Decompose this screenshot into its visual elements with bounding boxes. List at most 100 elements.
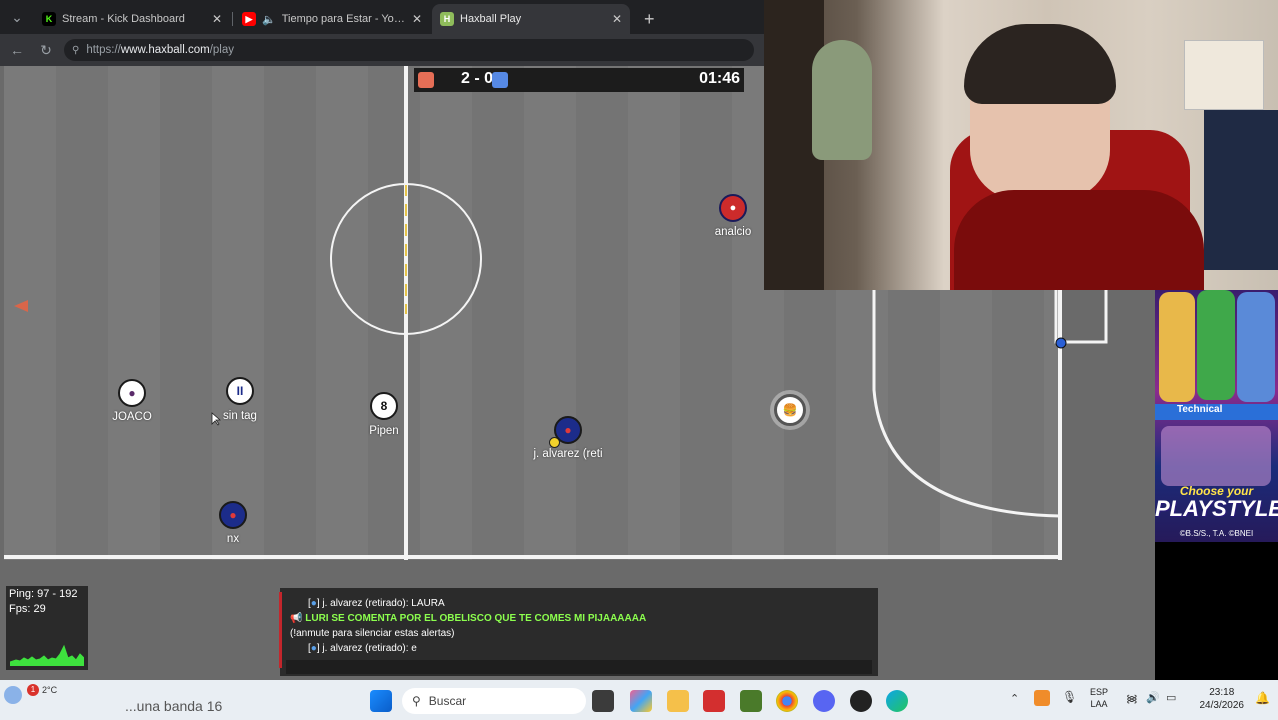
minecraft-icon[interactable] (740, 690, 762, 712)
webcam-overlay (764, 0, 1278, 290)
speaker-icon[interactable]: 🔈 (262, 13, 276, 26)
wifi-icon[interactable]: ᯼ (1126, 691, 1138, 706)
copilot-icon[interactable] (630, 690, 652, 712)
address-bar: ← ↻ ⚲ https://www.haxball.com/play (0, 34, 765, 66)
player-avatar-icon: ● (128, 386, 136, 400)
player-analcio: ● (719, 194, 747, 222)
megaphone-icon: 📢 (290, 613, 306, 624)
stats-panel: Ping: 97 - 192 Fps: 29 (6, 586, 88, 670)
player-pipen: 8 (370, 392, 398, 420)
tab-youtube[interactable]: ▶ 🔈 Tiempo para Estar - YouTube ✕ (234, 4, 430, 34)
site-info-icon[interactable]: ⚲ (72, 45, 79, 56)
ad-character-art (1159, 292, 1195, 402)
close-tab-icon[interactable]: ✕ (412, 12, 422, 26)
player-joaco: ● (118, 379, 146, 407)
haxball-icon: H (440, 12, 454, 26)
edge-icon[interactable] (886, 690, 908, 712)
weather-icon[interactable] (4, 686, 22, 704)
ping-readout: Ping: 97 - 192 (9, 588, 78, 600)
player-avatar-icon: ● (564, 423, 572, 437)
obs-icon[interactable] (850, 690, 872, 712)
ad-character-art (1237, 292, 1275, 402)
player-avatar-icon: ● (229, 508, 237, 522)
windows-taskbar: 1 2°C ...una banda 16 ⚲ Buscar ⌃ 🎙 ESP L… (0, 680, 1278, 720)
chat-box: [●] j. alvarez (retirado): LAURA 📢 LURI … (279, 588, 878, 676)
chat-message: [●] j. alvarez (retirado): e (308, 643, 417, 654)
player-sin-tag: II (226, 377, 254, 405)
chat-message: 📢 LURI SE COMENTA POR EL OBELISCO QUE TE… (290, 613, 647, 624)
ball-icon: 🍔 (782, 403, 798, 417)
tray-chevron-icon[interactable]: ⌃ (1010, 692, 1019, 705)
system-clock[interactable]: 23:18 24/3/2026 (1200, 686, 1245, 712)
tab-search-chevron-icon[interactable]: ⌄ (8, 8, 26, 26)
url-path: /play (209, 44, 234, 56)
language-indicator[interactable]: ESP LAA (1090, 686, 1108, 710)
webcam-hair (964, 24, 1116, 104)
browser-tab-bar: ⌄ K Stream - Kick Dashboard ✕ ▶ 🔈 Tiempo… (0, 0, 765, 34)
file-explorer-icon[interactable] (667, 690, 689, 712)
taskbar-search[interactable]: ⚲ Buscar (402, 688, 586, 714)
ad-cta-line2: PLAYSTYLE (1155, 496, 1278, 521)
right-goal-net (1054, 288, 1108, 349)
left-goal-marker-icon (14, 300, 28, 312)
scoreboard: 2 - 0 01:46 (414, 68, 744, 92)
mouse-cursor-icon (211, 412, 221, 426)
ad-blank-area (1155, 542, 1278, 680)
reload-icon[interactable]: ↻ (37, 41, 55, 59)
webcam-plush-toy (812, 40, 872, 160)
chat-accent-bar (279, 592, 282, 668)
player-badge: 8 (380, 399, 388, 413)
tab-haxball[interactable]: H Haxball Play ✕ (432, 4, 630, 34)
new-tab-button[interactable]: + (636, 4, 660, 34)
weather-temp: 2°C (42, 685, 58, 695)
windows-start-icon[interactable] (370, 690, 392, 712)
kick-icon: K (42, 12, 56, 26)
player-nx: ● (219, 501, 247, 529)
chat-input[interactable] (286, 660, 872, 674)
center-circle (330, 183, 482, 335)
match-clock: 01:46 (699, 70, 740, 87)
player-name: nx (226, 533, 240, 545)
bottom-boundary-line (4, 555, 1062, 559)
search-icon: ⚲ (412, 694, 421, 708)
microphone-icon[interactable]: 🎙 (1062, 690, 1077, 704)
penalty-area-arc (872, 290, 1061, 518)
battery-icon[interactable]: ▭ (1166, 691, 1176, 704)
fps-readout: Fps: 29 (9, 603, 46, 615)
tab-kick-dashboard[interactable]: K Stream - Kick Dashboard ✕ (34, 4, 230, 34)
task-view-icon[interactable] (592, 690, 614, 712)
tab-separator (232, 12, 233, 26)
player-name: j. alvarez (reti (533, 448, 603, 460)
notification-badge: 1 (27, 684, 39, 696)
ping-graph (10, 644, 84, 666)
ad-character-art (1197, 290, 1235, 400)
chrome-icon[interactable] (776, 690, 798, 712)
tray-app-icon[interactable] (1034, 690, 1050, 706)
ad-copyright: ©B.S/S., T.A. ©BNEI (1179, 529, 1254, 538)
screen: ⌄ K Stream - Kick Dashboard ✕ ▶ 🔈 Tiempo… (0, 0, 1278, 720)
red-team-swatch (418, 72, 434, 88)
webcam-jacket (1204, 110, 1278, 270)
discord-icon[interactable] (813, 690, 835, 712)
volume-icon[interactable]: 🔊 (1146, 691, 1160, 704)
webcam-shirt (954, 190, 1204, 290)
ad-character-art (1161, 426, 1271, 486)
url-scheme: https:// (86, 44, 121, 56)
ad-banner[interactable]: Technical Choose your PLAYSTYLE ©B.S/S.,… (1155, 290, 1278, 542)
player-name: sin tag (223, 410, 257, 422)
url-host: www.haxball.com (120, 44, 210, 56)
ball: 🍔 (774, 394, 806, 426)
notifications-icon[interactable]: 🔔 (1255, 691, 1270, 705)
webcam-wall-poster (1184, 40, 1264, 110)
ad-label: Technical (1155, 404, 1278, 420)
url-field[interactable]: ⚲ https://www.haxball.com/play (64, 39, 754, 61)
close-tab-icon[interactable]: ✕ (612, 12, 622, 26)
player-avatar-icon: ● (729, 202, 737, 214)
player-name: Pipen (369, 425, 399, 437)
stream-overlay-text: ...una banda 16 (125, 698, 223, 714)
app-icon[interactable] (703, 690, 725, 712)
chat-message: (!anmute para silenciar estas alertas) (290, 628, 455, 639)
chat-message: [●] j. alvarez (retirado): LAURA (308, 598, 445, 609)
close-tab-icon[interactable]: ✕ (212, 12, 222, 26)
back-arrow-icon[interactable]: ← (8, 41, 26, 59)
